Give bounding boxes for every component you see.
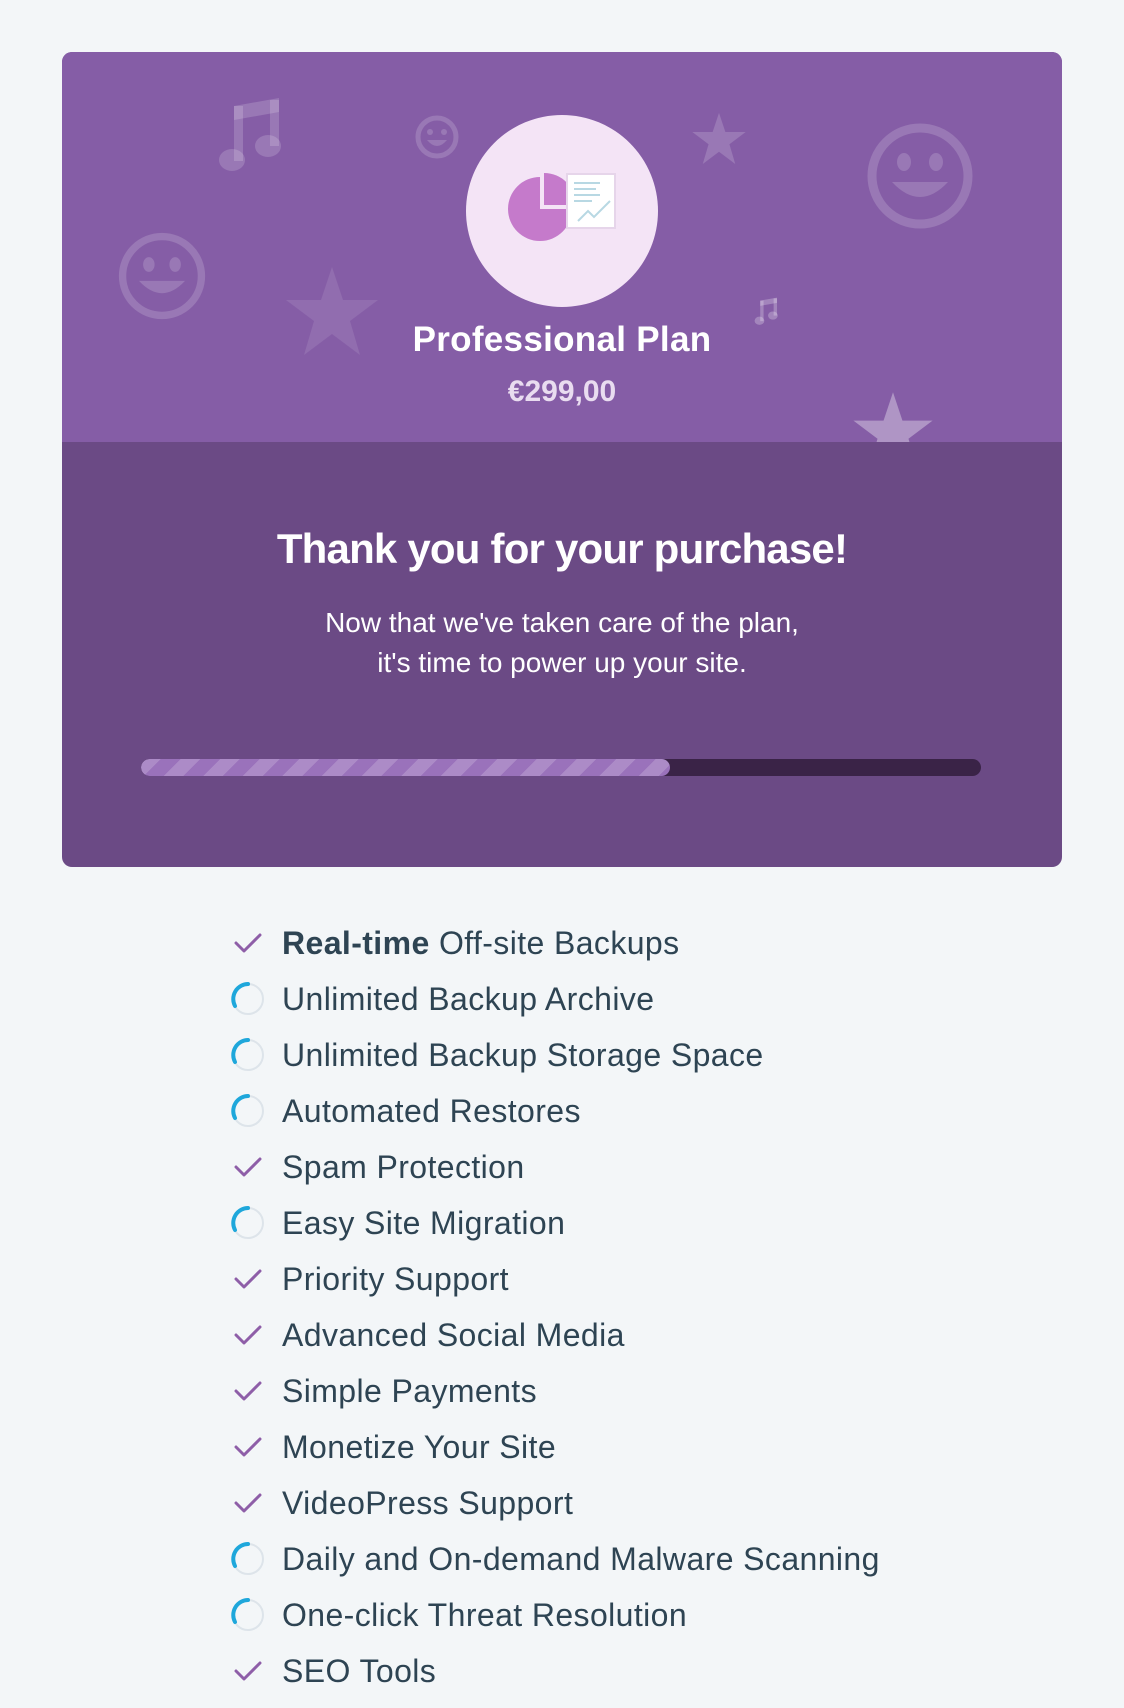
checkmark-icon xyxy=(228,1371,268,1411)
feature-label-text: Spam Protection xyxy=(282,1148,525,1185)
feature-label-emphasis: Real-time xyxy=(282,924,430,961)
feature-label: Daily and On-demand Malware Scanning xyxy=(282,1541,880,1578)
feature-label: Unlimited Backup Archive xyxy=(282,981,654,1018)
feature-item: Real-time Off-site Backups xyxy=(228,915,880,971)
spinner-icon xyxy=(228,1539,268,1579)
feature-item: Spam Protection xyxy=(228,1139,880,1195)
feature-label: Monetize Your Site xyxy=(282,1429,556,1466)
feature-label: One-click Threat Resolution xyxy=(282,1597,687,1634)
feature-label-text: Unlimited Backup Archive xyxy=(282,980,655,1017)
checkmark-icon xyxy=(228,923,268,963)
thank-you-card: Professional Plan €299,00 Thank you for … xyxy=(62,52,1062,867)
feature-label: Simple Payments xyxy=(282,1373,537,1410)
plan-icon xyxy=(466,115,658,307)
music-note-icon xyxy=(219,98,281,171)
feature-label: Advanced Social Media xyxy=(282,1317,625,1354)
feature-item: Automated Restores xyxy=(228,1083,880,1139)
checkmark-icon xyxy=(228,1147,268,1187)
feature-item: SEO Tools xyxy=(228,1643,880,1699)
checkmark-icon xyxy=(228,1315,268,1355)
feature-label: Easy Site Migration xyxy=(282,1205,565,1242)
feature-label-text: Simple Payments xyxy=(282,1372,537,1409)
feature-label: Priority Support xyxy=(282,1261,509,1298)
feature-label-text: VideoPress Support xyxy=(282,1484,574,1521)
feature-label-text: Off-site Backups xyxy=(429,924,680,961)
smiley-icon xyxy=(118,232,206,320)
feature-item: VideoPress Support xyxy=(228,1475,880,1531)
feature-label-text: SEO Tools xyxy=(282,1652,437,1689)
spinner-icon xyxy=(228,1595,268,1635)
feature-label-text: Priority Support xyxy=(282,1260,509,1297)
plan-header: Professional Plan €299,00 xyxy=(62,52,1062,442)
feature-list: Real-time Off-site Backups Unlimited Back… xyxy=(228,915,880,1699)
feature-label-text: Easy Site Migration xyxy=(282,1204,566,1241)
feature-label-text: Advanced Social Media xyxy=(282,1316,625,1353)
feature-label-text: One-click Threat Resolution xyxy=(282,1596,688,1633)
feature-label: Spam Protection xyxy=(282,1149,525,1186)
feature-label: Real-time Off-site Backups xyxy=(282,925,680,962)
document-chart-icon xyxy=(566,173,616,229)
feature-label: Automated Restores xyxy=(282,1093,581,1130)
spinner-icon xyxy=(228,1091,268,1131)
checkmark-icon xyxy=(228,1651,268,1691)
feature-label-text: Unlimited Backup Storage Space xyxy=(282,1036,764,1073)
feature-label-text: Daily and On-demand Malware Scanning xyxy=(282,1540,880,1577)
smiley-icon xyxy=(415,115,459,159)
spinner-icon xyxy=(228,1035,268,1075)
plan-name: Professional Plan xyxy=(412,320,712,359)
feature-item: Unlimited Backup Archive xyxy=(228,971,880,1027)
setup-progress-fill xyxy=(141,759,671,776)
checkmark-icon xyxy=(228,1427,268,1467)
feature-label: VideoPress Support xyxy=(282,1485,573,1522)
feature-item: One-click Threat Resolution xyxy=(228,1587,880,1643)
checkmark-icon xyxy=(228,1483,268,1523)
feature-item: Simple Payments xyxy=(228,1363,880,1419)
feature-label-text: Automated Restores xyxy=(282,1092,581,1129)
feature-label: SEO Tools xyxy=(282,1653,436,1690)
feature-item: Easy Site Migration xyxy=(228,1195,880,1251)
plan-price: €299,00 xyxy=(507,375,617,408)
feature-item: Monetize Your Site xyxy=(228,1419,880,1475)
setup-progress-bar xyxy=(141,759,981,776)
thanks-title: Thank you for your purchase! xyxy=(276,525,848,572)
feature-item: Advanced Social Media xyxy=(228,1307,880,1363)
spinner-icon xyxy=(228,1203,268,1243)
feature-item: Priority Support xyxy=(228,1251,880,1307)
thanks-subtitle-line-1: Now that we've taken care of the plan, xyxy=(325,607,799,638)
thanks-subtitle-line-2: it's time to power up your site. xyxy=(377,647,747,678)
spinner-icon xyxy=(228,979,268,1019)
feature-item: Unlimited Backup Storage Space xyxy=(228,1027,880,1083)
feature-label-text: Monetize Your Site xyxy=(282,1428,557,1465)
smiley-icon xyxy=(867,123,973,229)
star-icon xyxy=(692,112,746,164)
checkmark-icon xyxy=(228,1259,268,1299)
feature-item: Daily and On-demand Malware Scanning xyxy=(228,1531,880,1587)
feature-label: Unlimited Backup Storage Space xyxy=(282,1037,764,1074)
